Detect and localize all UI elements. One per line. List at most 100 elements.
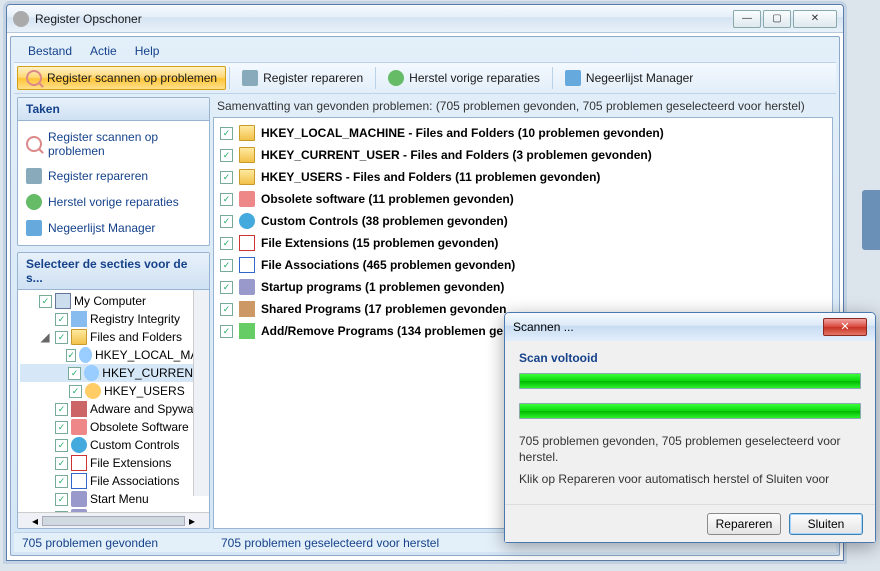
toolbar-icon <box>242 70 258 86</box>
tree-node-8[interactable]: ✓Custom Controls <box>20 436 207 454</box>
toolbar-icon <box>565 70 581 86</box>
dialog-titlebar[interactable]: Scannen ... ✕ <box>505 313 875 341</box>
tree-label: Startup Programs <box>90 510 184 512</box>
tree-checkbox[interactable]: ✓ <box>55 439 68 452</box>
tree-checkbox[interactable]: ✓ <box>39 295 52 308</box>
tree-node-5[interactable]: ✓ HKEY_USERS <box>20 382 207 400</box>
window-buttons: — ▢ ✕ <box>733 10 837 28</box>
tree-label: File Associations <box>90 474 179 488</box>
tree-checkbox[interactable]: ✓ <box>66 349 77 362</box>
close-button[interactable]: ✕ <box>793 10 837 28</box>
menu-actie[interactable]: Actie <box>82 42 125 60</box>
status-left: 705 problemen gevonden <box>14 534 213 552</box>
tree-icon <box>71 329 87 345</box>
result-row-1[interactable]: ✓HKEY_CURRENT_USER - Files and Folders (… <box>218 144 828 166</box>
result-checkbox[interactable]: ✓ <box>220 259 233 272</box>
tree-icon <box>71 311 87 327</box>
result-row-4[interactable]: ✓Custom Controls (38 problemen gevonden) <box>218 210 828 232</box>
result-icon <box>239 169 255 185</box>
tree-checkbox[interactable]: ✓ <box>55 403 68 416</box>
tree-checkbox[interactable]: ✓ <box>69 385 82 398</box>
toolbar-label: Register repareren <box>263 71 363 85</box>
tree-checkbox[interactable]: ✓ <box>55 313 68 326</box>
menu-bestand[interactable]: Bestand <box>20 42 80 60</box>
tree-node-0[interactable]: ✓My Computer <box>20 292 207 310</box>
toolbar-btn-2[interactable]: Herstel vorige reparaties <box>379 66 549 90</box>
tree-node-9[interactable]: ✓File Extensions <box>20 454 207 472</box>
tree-checkbox[interactable]: ✓ <box>55 475 68 488</box>
tree-scrollbar-h[interactable]: ◂ ▸ <box>18 512 209 528</box>
result-checkbox[interactable]: ✓ <box>220 325 233 338</box>
tree-checkbox[interactable]: ✓ <box>55 457 68 470</box>
tree-node-10[interactable]: ✓ File Associations <box>20 472 207 490</box>
tree-label: Files and Folders <box>90 330 182 344</box>
tree-checkbox[interactable]: ✓ <box>55 331 68 344</box>
tree-label: HKEY_USERS <box>104 384 185 398</box>
result-checkbox[interactable]: ✓ <box>220 303 233 316</box>
tree-checkbox[interactable]: ✓ <box>55 493 68 506</box>
task-0[interactable]: Register scannen op problemen <box>22 125 205 163</box>
menu-help[interactable]: Help <box>127 42 168 60</box>
result-row-3[interactable]: ✓Obsolete software (11 problemen gevonde… <box>218 188 828 210</box>
tree-node-2[interactable]: ◢✓ Files and Folders <box>20 328 207 346</box>
tree-node-6[interactable]: ✓Adware and Spyware <box>20 400 207 418</box>
tree-twisty[interactable]: ◢ <box>38 330 52 344</box>
tree-node-3[interactable]: ✓ HKEY_LOCAL_MAC <box>20 346 207 364</box>
toolbar-btn-0[interactable]: Register scannen op problemen <box>17 66 226 90</box>
tree-node-12[interactable]: ✓ Startup Programs <box>20 508 207 512</box>
tree[interactable]: ✓My Computer✓Registry Integrity◢✓Files a… <box>18 290 209 512</box>
result-text: Add/Remove Programs (134 problemen ge <box>261 324 503 338</box>
toolbar-label: Herstel vorige reparaties <box>409 71 540 85</box>
tree-icon <box>55 293 71 309</box>
tree-icon <box>71 509 87 512</box>
result-row-2[interactable]: ✓HKEY_USERS - Files and Folders (11 prob… <box>218 166 828 188</box>
result-checkbox[interactable]: ✓ <box>220 237 233 250</box>
result-row-6[interactable]: ✓File Associations (465 problemen gevond… <box>218 254 828 276</box>
toolbar-btn-1[interactable]: Register repareren <box>233 66 372 90</box>
task-3[interactable]: Negeerlijst Manager <box>22 215 205 241</box>
result-checkbox[interactable]: ✓ <box>220 281 233 294</box>
result-icon <box>239 213 255 229</box>
tree-label: HKEY_LOCAL_MAC <box>95 348 207 362</box>
result-checkbox[interactable]: ✓ <box>220 193 233 206</box>
result-icon <box>239 257 255 273</box>
repair-button[interactable]: Repareren <box>707 513 781 535</box>
result-text: Shared Programs (17 problemen gevonden <box>261 302 506 316</box>
result-checkbox[interactable]: ✓ <box>220 149 233 162</box>
task-icon <box>26 220 42 236</box>
result-row-5[interactable]: ✓File Extensions (15 problemen gevonden) <box>218 232 828 254</box>
toolbar-icon <box>388 70 404 86</box>
summary-text: Samenvatting van gevonden problemen: (70… <box>213 97 833 115</box>
titlebar[interactable]: Register Opschoner — ▢ ✕ <box>7 5 843 33</box>
bg-accent <box>862 190 880 250</box>
result-checkbox[interactable]: ✓ <box>220 127 233 140</box>
app-icon <box>13 11 29 27</box>
result-icon <box>239 235 255 251</box>
dialog-text-2: Klik op Repareren voor automatisch herst… <box>519 471 861 487</box>
tree-scrollbar-v[interactable] <box>193 290 209 496</box>
tree-node-4[interactable]: ✓ HKEY_CURRENT_ <box>20 364 207 382</box>
tree-label: HKEY_CURRENT_ <box>102 366 207 380</box>
tree-checkbox[interactable]: ✓ <box>68 367 81 380</box>
result-checkbox[interactable]: ✓ <box>220 215 233 228</box>
result-checkbox[interactable]: ✓ <box>220 171 233 184</box>
close-dialog-button[interactable]: Sluiten <box>789 513 863 535</box>
tree-checkbox[interactable]: ✓ <box>55 421 68 434</box>
maximize-button[interactable]: ▢ <box>763 10 791 28</box>
result-icon <box>239 323 255 339</box>
dialog-close-button[interactable]: ✕ <box>823 318 867 336</box>
tree-node-1[interactable]: ✓Registry Integrity <box>20 310 207 328</box>
result-icon <box>239 125 255 141</box>
sections-header: Selecteer de secties voor de s... <box>18 253 209 290</box>
tree-node-7[interactable]: ✓Obsolete Software <box>20 418 207 436</box>
minimize-button[interactable]: — <box>733 10 761 28</box>
tree-node-11[interactable]: ✓Start Menu <box>20 490 207 508</box>
task-1[interactable]: Register repareren <box>22 163 205 189</box>
tasks-header: Taken <box>18 98 209 121</box>
task-2[interactable]: Herstel vorige reparaties <box>22 189 205 215</box>
tree-checkbox[interactable]: ✓ <box>55 511 68 513</box>
tree-body: ✓My Computer✓Registry Integrity◢✓Files a… <box>18 290 209 512</box>
toolbar-btn-3[interactable]: Negeerlijst Manager <box>556 66 702 90</box>
result-row-7[interactable]: ✓Startup programs (1 problemen gevonden) <box>218 276 828 298</box>
result-row-0[interactable]: ✓HKEY_LOCAL_MACHINE - Files and Folders … <box>218 122 828 144</box>
